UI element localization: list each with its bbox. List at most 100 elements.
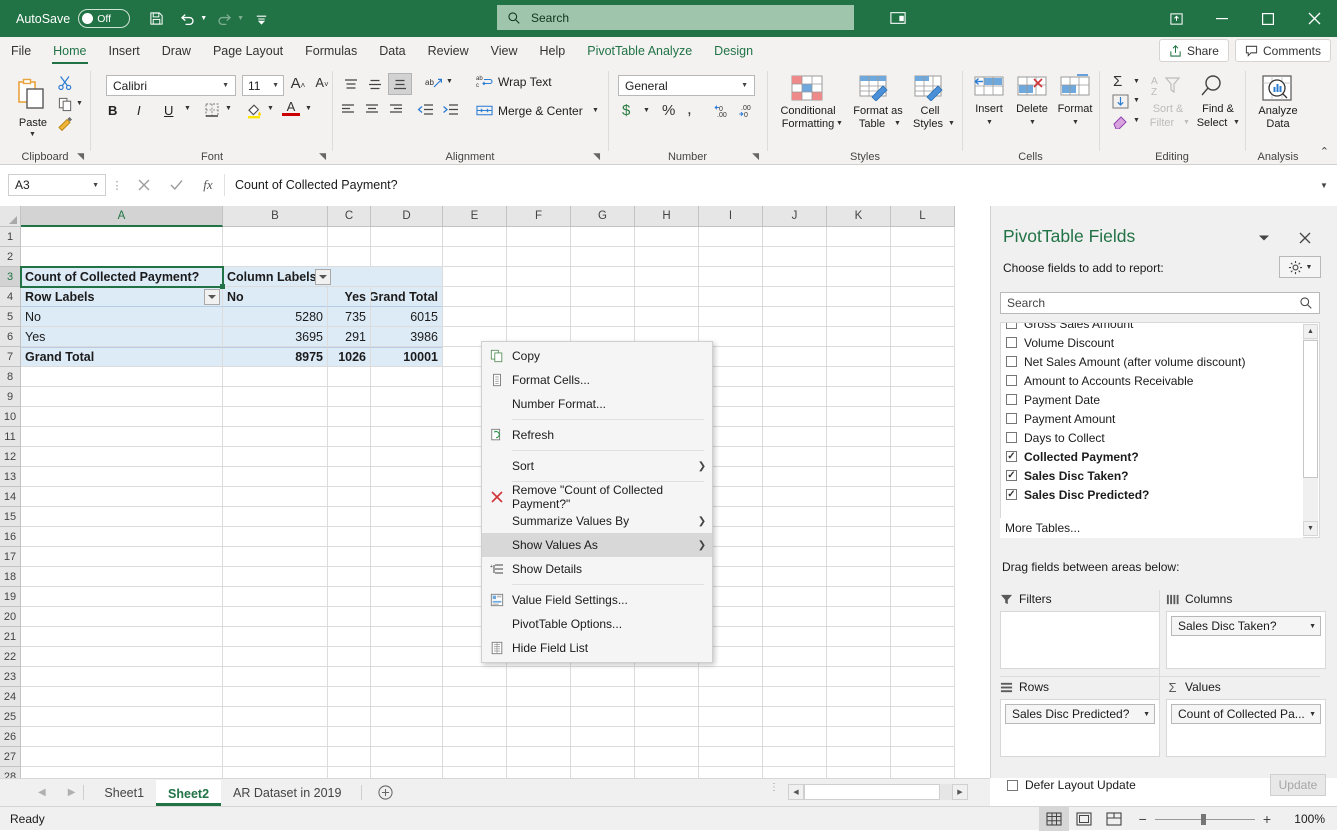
- save-icon[interactable]: [142, 6, 170, 32]
- grid-cell[interactable]: [21, 427, 223, 447]
- row-header-22[interactable]: 22: [0, 647, 21, 667]
- pivot-cell-no-total[interactable]: 6015: [371, 307, 443, 327]
- pivot-column-labels-cell[interactable]: Column Labels: [223, 267, 328, 287]
- field-checkbox[interactable]: ✓: [1006, 489, 1017, 500]
- row-header-3[interactable]: 3: [0, 267, 21, 287]
- grid-cell[interactable]: [328, 607, 371, 627]
- zoom-slider-thumb[interactable]: [1200, 813, 1206, 825]
- increase-decimal-icon[interactable]: 0.00: [714, 103, 732, 121]
- grid-cell[interactable]: [763, 627, 827, 647]
- grid-cell[interactable]: [223, 747, 328, 767]
- column-header-l[interactable]: L: [891, 206, 955, 227]
- pivot-blank-d3[interactable]: [371, 267, 443, 287]
- zoom-out-button[interactable]: −: [1139, 811, 1147, 827]
- grid-cell[interactable]: [827, 747, 891, 767]
- grid-cell[interactable]: [827, 587, 891, 607]
- grid-cell[interactable]: [635, 287, 699, 307]
- row-header-5[interactable]: 5: [0, 307, 21, 327]
- field-item-collected-payment[interactable]: ✓ Collected Payment?: [1001, 447, 1302, 466]
- grid-cell[interactable]: [763, 407, 827, 427]
- field-checkbox[interactable]: [1006, 356, 1017, 367]
- grid-cell[interactable]: [827, 227, 891, 247]
- grid-cell[interactable]: [21, 367, 223, 387]
- grid-cell[interactable]: [371, 407, 443, 427]
- menu-item-number-format[interactable]: Number Format...: [482, 392, 712, 416]
- conditional-formatting-caret[interactable]: ▼: [836, 120, 843, 127]
- format-as-table-label-2[interactable]: Table: [848, 118, 896, 130]
- zone-filters-body[interactable]: [1000, 611, 1160, 669]
- menu-item-pivottable-options[interactable]: PivotTable Options...: [482, 612, 712, 636]
- font-color-caret[interactable]: ▼: [305, 105, 312, 112]
- align-center-icon[interactable]: [364, 103, 380, 119]
- row-header-14[interactable]: 14: [0, 487, 21, 507]
- normal-view-icon[interactable]: [1038, 807, 1069, 831]
- fill-caret[interactable]: ▼: [1133, 97, 1140, 104]
- grid-cell[interactable]: [635, 667, 699, 687]
- wrap-text-button[interactable]: ab c Wrap Text: [476, 74, 552, 90]
- format-caret[interactable]: ▼: [1072, 119, 1079, 126]
- grid-cell[interactable]: [763, 347, 827, 367]
- grid-cell[interactable]: [827, 487, 891, 507]
- grid-cell[interactable]: [571, 227, 635, 247]
- grid-cell[interactable]: [571, 707, 635, 727]
- undo-icon[interactable]: [173, 6, 201, 32]
- grid-cell[interactable]: [827, 507, 891, 527]
- grid-cell[interactable]: [635, 227, 699, 247]
- grid-cell[interactable]: [21, 727, 223, 747]
- grid-cell[interactable]: [21, 227, 223, 247]
- defer-layout-update-control[interactable]: Defer Layout Update: [1007, 778, 1136, 792]
- field-list-scrollbar[interactable]: ▲ ▼: [1303, 324, 1318, 536]
- grid-cell[interactable]: [507, 307, 571, 327]
- grid-cell[interactable]: [21, 587, 223, 607]
- column-header-c[interactable]: C: [328, 206, 371, 227]
- currency-caret[interactable]: ▼: [643, 107, 650, 114]
- grid-cell[interactable]: [223, 487, 328, 507]
- pivot-cell-yes-total[interactable]: 3986: [371, 327, 443, 347]
- row-header-26[interactable]: 26: [0, 727, 21, 747]
- paste-label[interactable]: Paste: [4, 117, 62, 129]
- find-select-label-2[interactable]: Select: [1187, 117, 1237, 129]
- row-header-23[interactable]: 23: [0, 667, 21, 687]
- pane-close-icon[interactable]: [1294, 228, 1316, 248]
- pane-dropdown-icon[interactable]: [1253, 228, 1275, 248]
- menu-item-hide-field-list[interactable]: Hide Field List: [482, 636, 712, 660]
- delete-caret[interactable]: ▼: [1029, 119, 1036, 126]
- italic-button[interactable]: I: [137, 103, 141, 118]
- grid-cell[interactable]: [507, 747, 571, 767]
- fill-color-caret[interactable]: ▼: [267, 105, 274, 112]
- column-header-i[interactable]: I: [699, 206, 763, 227]
- grid-cell[interactable]: [328, 447, 371, 467]
- grid-cell[interactable]: [21, 567, 223, 587]
- grid-cell[interactable]: [699, 307, 763, 327]
- grid-cell[interactable]: [763, 247, 827, 267]
- grid-cell[interactable]: [223, 247, 328, 267]
- zoom-level-label[interactable]: 100%: [1281, 812, 1325, 826]
- font-dialog-launcher[interactable]: ◥: [319, 151, 326, 162]
- row-header-4[interactable]: 4: [0, 287, 21, 307]
- sheet-tab-sheet1[interactable]: Sheet1: [92, 780, 156, 806]
- add-sheet-icon[interactable]: [370, 785, 400, 800]
- grid-cell[interactable]: [223, 567, 328, 587]
- grid-cell[interactable]: [371, 547, 443, 567]
- chip-dropdown-caret[interactable]: ▼: [1143, 711, 1150, 718]
- field-item-net-sales-amount[interactable]: Net Sales Amount (after volume discount): [1001, 352, 1302, 371]
- grid-cell[interactable]: [571, 287, 635, 307]
- sheet-splitter-grip[interactable]: ⋮: [769, 783, 779, 793]
- maximize-icon[interactable]: [1245, 0, 1291, 37]
- chip-dropdown-caret[interactable]: ▼: [1309, 623, 1316, 630]
- grid-cell[interactable]: [21, 647, 223, 667]
- grid-cell[interactable]: [223, 367, 328, 387]
- grid-cell[interactable]: [21, 627, 223, 647]
- tab-view[interactable]: View: [480, 37, 529, 65]
- grid-cell[interactable]: [763, 527, 827, 547]
- tab-formulas[interactable]: Formulas: [294, 37, 368, 65]
- chip-dropdown-caret[interactable]: ▼: [1309, 711, 1316, 718]
- grid-cell[interactable]: [371, 467, 443, 487]
- grid-cell[interactable]: [827, 547, 891, 567]
- format-as-table-label-1[interactable]: Format as: [848, 105, 908, 117]
- analyze-data-icon[interactable]: [1259, 73, 1295, 103]
- grid-cell[interactable]: [763, 387, 827, 407]
- name-box[interactable]: A3 ▼: [8, 174, 106, 196]
- undo-dropdown-caret[interactable]: ▼: [200, 15, 207, 22]
- grid-cell[interactable]: [891, 507, 955, 527]
